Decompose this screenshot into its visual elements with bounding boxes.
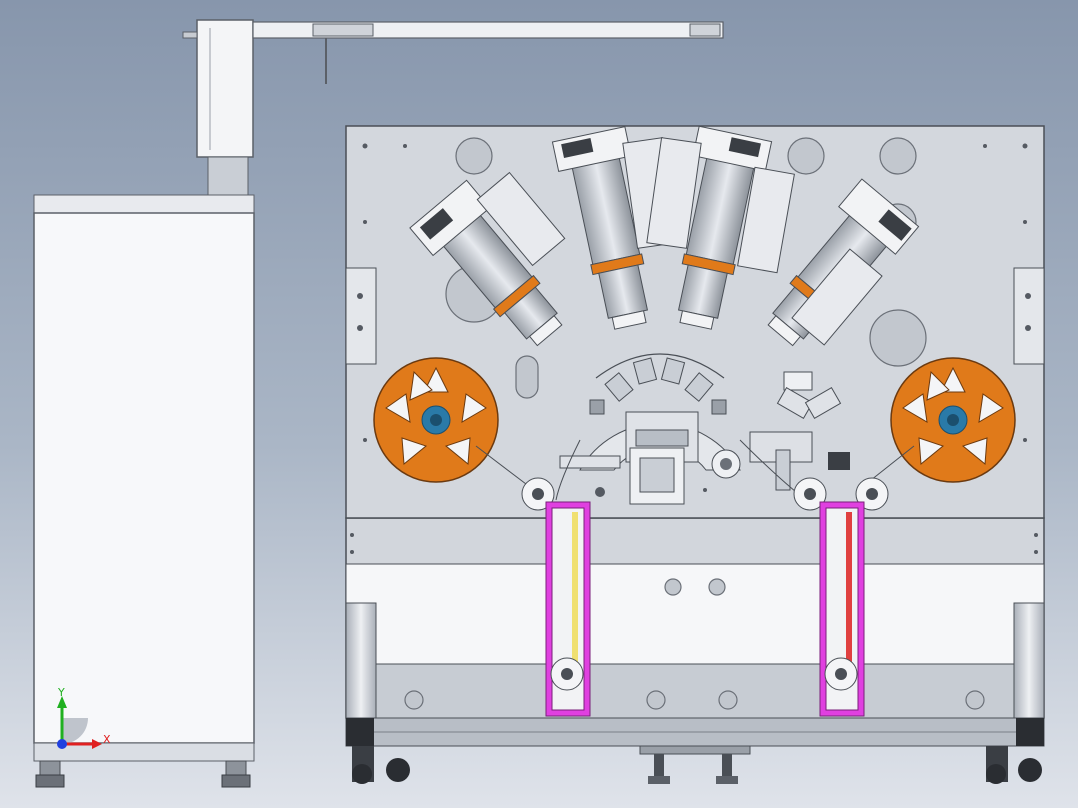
unwind-reel (373, 357, 499, 483)
rewind-reel (890, 357, 1016, 483)
z-axis-icon (57, 739, 67, 749)
cad-viewport[interactable]: Y X (0, 0, 1078, 808)
side-bracket-left (345, 267, 377, 365)
dancer-left (545, 501, 591, 717)
y-axis-label: Y (57, 686, 65, 699)
x-axis-label: X (103, 733, 111, 746)
machine-base (345, 517, 1045, 755)
dancer-right (819, 501, 865, 717)
side-bracket-right (1013, 267, 1045, 365)
machine-model[interactable]: Y X (0, 0, 1078, 808)
